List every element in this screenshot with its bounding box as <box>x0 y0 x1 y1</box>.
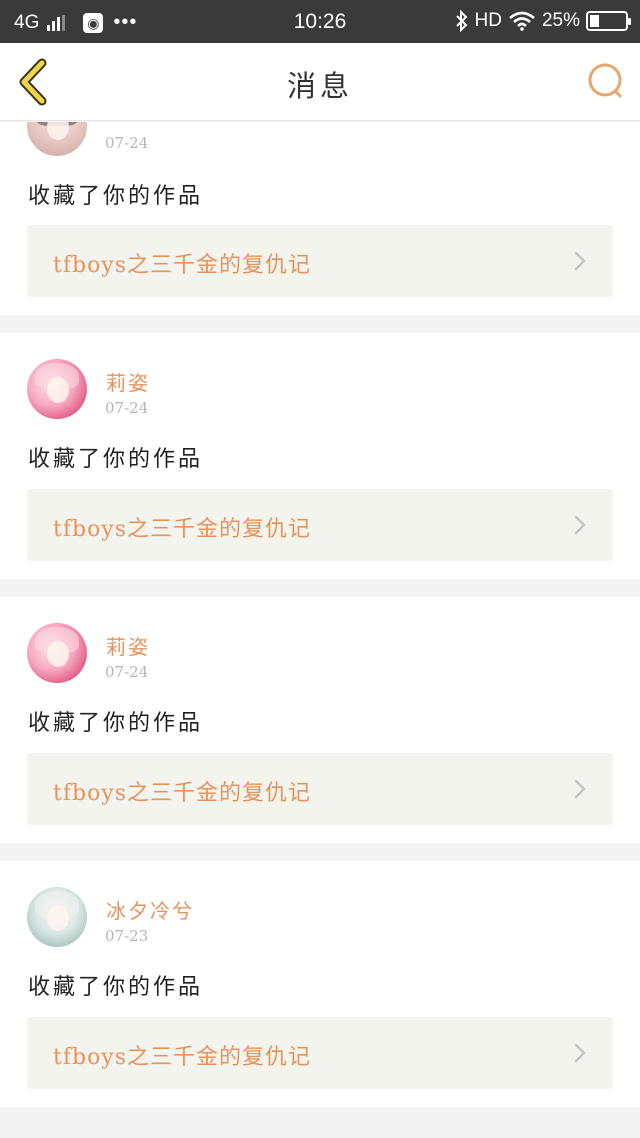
message-action: 收藏了你的作品 <box>28 975 204 1000</box>
avatar[interactable] <box>27 623 87 683</box>
chevron-right-icon <box>574 515 586 535</box>
chevron-right-icon <box>574 251 586 271</box>
message-date: 07-24 <box>105 399 149 417</box>
chevron-right-icon <box>574 1043 586 1063</box>
message-list[interactable]: 07-24 收藏了你的作品 tfboys之三千金的复仇记 莉姿 07-24 收藏… <box>0 122 640 1138</box>
message-action: 收藏了你的作品 <box>28 711 204 736</box>
nav-bar: 消息 <box>0 43 640 121</box>
avatar[interactable] <box>27 887 87 947</box>
page-title: 消息 <box>286 69 353 103</box>
battery-icon <box>586 11 631 31</box>
work-link[interactable]: tfboys之三千金的复仇记 <box>27 225 613 297</box>
avatar[interactable] <box>27 359 87 419</box>
wifi-icon <box>509 11 535 31</box>
message-date: 07-23 <box>105 927 149 945</box>
message-card: 冰夕冷兮 07-23 收藏了你的作品 tfboys之三千金的复仇记 <box>0 861 640 1107</box>
search-button[interactable] <box>586 61 626 101</box>
work-title: tfboys之三千金的复仇记 <box>53 1045 312 1070</box>
status-bar: 4G ◉ ••• 10:26 HD 25% <box>0 0 640 43</box>
status-right: HD 25% <box>455 10 631 32</box>
username[interactable]: 莉姿 <box>106 631 150 660</box>
message-card: 07-24 收藏了你的作品 tfboys之三千金的复仇记 <box>0 122 640 315</box>
avatar[interactable] <box>27 122 87 156</box>
battery-fill <box>590 15 599 27</box>
work-link[interactable]: tfboys之三千金的复仇记 <box>27 753 613 825</box>
bluetooth-icon <box>455 10 467 32</box>
username[interactable]: 莉姿 <box>106 367 150 396</box>
battery-percent: 25% <box>541 10 580 31</box>
message-date: 07-24 <box>105 134 149 152</box>
chevron-right-icon <box>574 779 586 799</box>
hd-label: HD <box>474 10 502 31</box>
search-icon <box>588 63 622 98</box>
message-action: 收藏了你的作品 <box>28 447 204 472</box>
message-action: 收藏了你的作品 <box>28 184 204 209</box>
work-link[interactable]: tfboys之三千金的复仇记 <box>27 489 613 561</box>
message-card: 莉姿 07-24 收藏了你的作品 tfboys之三千金的复仇记 <box>0 597 640 843</box>
work-title: tfboys之三千金的复仇记 <box>53 517 312 542</box>
message-card: 莉姿 07-24 收藏了你的作品 tfboys之三千金的复仇记 <box>0 333 640 579</box>
work-title: tfboys之三千金的复仇记 <box>53 253 312 278</box>
work-link[interactable]: tfboys之三千金的复仇记 <box>27 1017 613 1089</box>
work-title: tfboys之三千金的复仇记 <box>53 781 312 806</box>
username[interactable]: 冰夕冷兮 <box>106 895 194 924</box>
message-date: 07-24 <box>105 663 149 681</box>
